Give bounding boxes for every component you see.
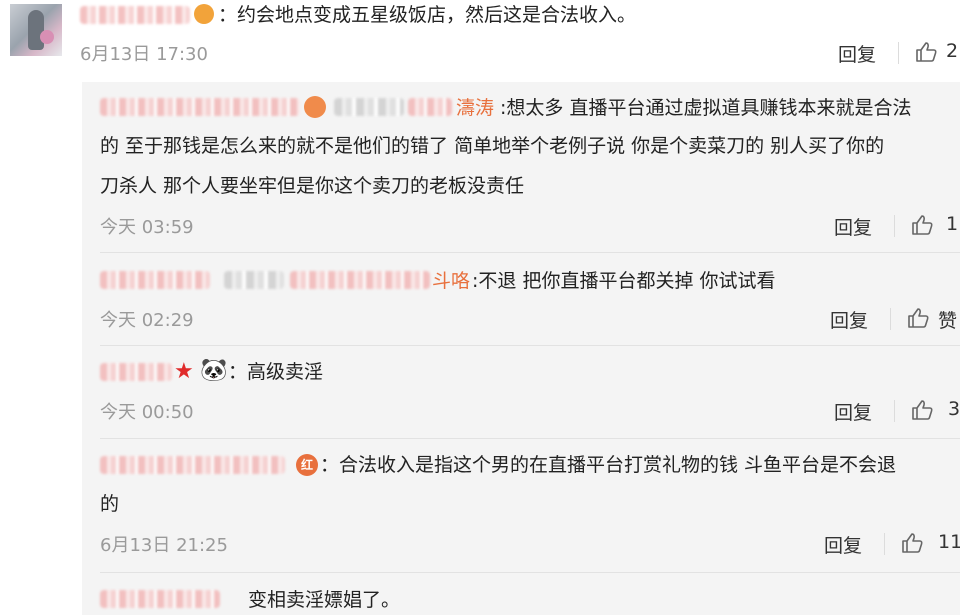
reply-time: 今天 00:50 bbox=[100, 402, 194, 423]
reply-button[interactable]: 回复 bbox=[824, 531, 862, 558]
blurred-username[interactable] bbox=[334, 98, 404, 116]
blurred-mention[interactable] bbox=[290, 271, 430, 289]
mention-text[interactable]: 斗咯 bbox=[432, 265, 470, 297]
mention-text[interactable]: 濤涛 bbox=[456, 92, 494, 124]
reply-text: 的 至于那钱是怎么来的就不是他们的错了 简单地举个老例子说 你是个卖菜刀的 别人… bbox=[100, 135, 885, 157]
divider bbox=[100, 438, 960, 439]
divider bbox=[890, 308, 891, 330]
blurred-username[interactable] bbox=[100, 590, 220, 608]
badge-icon: 红 bbox=[296, 454, 318, 476]
like-count: 2 bbox=[946, 40, 959, 62]
divider bbox=[894, 400, 895, 422]
reply-time: 今天 02:29 bbox=[100, 310, 194, 331]
top-comment: ：约会地点变成五星级饭店，然后这是合法收入。 6月13日 17:30 回复 2 bbox=[0, 0, 960, 82]
like-icon[interactable] bbox=[906, 306, 930, 330]
reply-time: 6月13日 21:25 bbox=[100, 535, 228, 556]
reply-text: :想太多 直播平台通过虚拟道具赚钱本来就是合法 bbox=[500, 97, 912, 119]
crown-icon bbox=[194, 4, 214, 24]
reply-button[interactable]: 回复 bbox=[838, 40, 876, 67]
blurred-username[interactable] bbox=[100, 98, 300, 116]
like-count: 11 bbox=[938, 531, 960, 553]
like-icon[interactable] bbox=[910, 398, 934, 422]
blurred-username[interactable] bbox=[224, 271, 284, 289]
avatar[interactable] bbox=[10, 4, 62, 56]
like-count: 1 bbox=[946, 213, 959, 235]
reply-text: 刀杀人 那个人要坐牢但是你这个卖刀的老板没责任 bbox=[100, 175, 525, 197]
divider bbox=[898, 42, 899, 64]
reply-text: :不退 把你直播平台都关掉 你试试看 bbox=[472, 270, 776, 292]
divider bbox=[100, 345, 960, 346]
blurred-username[interactable] bbox=[100, 363, 172, 381]
reply-button[interactable]: 回复 bbox=[830, 306, 868, 333]
reply-text: 的 bbox=[100, 493, 120, 515]
blurred-username[interactable] bbox=[80, 6, 190, 24]
panda-icon: 🐼 bbox=[200, 358, 228, 383]
like-icon[interactable] bbox=[900, 531, 924, 555]
comment-time: 6月13日 17:30 bbox=[80, 44, 208, 65]
blurred-username[interactable] bbox=[100, 271, 210, 289]
blurred-mention[interactable] bbox=[408, 98, 452, 116]
like-icon[interactable] bbox=[910, 213, 934, 237]
blurred-username[interactable] bbox=[100, 456, 285, 474]
like-icon[interactable] bbox=[914, 40, 938, 64]
divider bbox=[894, 215, 895, 237]
reply-time: 今天 03:59 bbox=[100, 217, 194, 238]
divider bbox=[100, 572, 960, 573]
like-count: 3 bbox=[948, 398, 960, 420]
divider bbox=[884, 533, 885, 555]
comment-text: ：约会地点变成五星级饭店，然后这是合法收入。 bbox=[218, 4, 637, 26]
like-count: 赞 bbox=[938, 310, 958, 332]
reply-text: ：高级卖淫 bbox=[228, 361, 324, 383]
reply-text: 变相卖淫嫖娼了。 bbox=[248, 589, 401, 611]
badge-icon bbox=[304, 96, 326, 118]
reply-button[interactable]: 回复 bbox=[834, 213, 872, 240]
star-icon: ★ bbox=[174, 359, 194, 384]
reply-text: ：合法收入是指这个男的在直播平台打赏礼物的钱 斗鱼平台是不会退 bbox=[320, 454, 897, 476]
divider bbox=[100, 252, 960, 253]
reply-button[interactable]: 回复 bbox=[834, 398, 872, 425]
